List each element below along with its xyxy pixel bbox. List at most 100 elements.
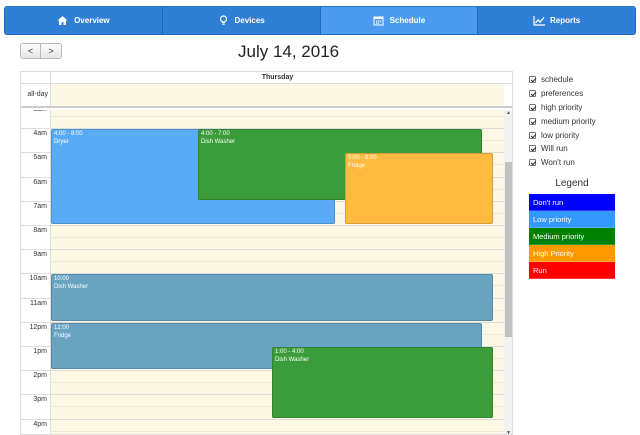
- legend-title: Legend: [555, 178, 589, 189]
- calendar-scrollbar[interactable]: ▲ ▼: [504, 110, 512, 434]
- checkbox[interactable]: [529, 159, 536, 167]
- legend-item: Medium priority: [529, 228, 615, 245]
- half-hour-line: [50, 430, 504, 432]
- time-label: 2pm: [33, 372, 47, 380]
- gutter-line: [21, 394, 50, 396]
- calendar-header: Thursday: [21, 72, 512, 84]
- event-title: Dish Washer: [201, 139, 236, 146]
- main-nav: Overview Devices Schedule Reports: [4, 6, 636, 35]
- legend-item: Don't run: [529, 194, 615, 211]
- checkbox[interactable]: [529, 90, 536, 98]
- calendar-icon: [373, 15, 384, 26]
- half-hour-line: [50, 116, 504, 118]
- filter-schedule[interactable]: schedule: [529, 73, 596, 87]
- legend-item: High Priority: [529, 245, 615, 262]
- event-title: Fridge: [54, 332, 72, 339]
- scroll-down-icon[interactable]: ▼: [506, 430, 511, 434]
- scroll-up-icon[interactable]: ▲: [506, 110, 511, 116]
- calendar-event[interactable]: 10:00 Dish Washer: [51, 274, 493, 321]
- chevron-right-icon: >: [48, 46, 54, 56]
- time-label: 5am: [33, 154, 47, 162]
- filter-label: medium priority: [541, 116, 596, 126]
- time-label: 11am: [30, 299, 47, 307]
- home-icon: [57, 15, 68, 26]
- gutter-line: [21, 370, 50, 372]
- gutter-line: [21, 224, 50, 226]
- filter-will-run[interactable]: Will run: [529, 142, 596, 156]
- calendar-event[interactable]: 1:00 - 4:00 Dish Washer: [272, 346, 493, 418]
- gutter-line: [21, 418, 50, 420]
- event-title: Dish Washer: [275, 356, 310, 363]
- hour-line: [50, 224, 504, 226]
- gutter-line: [21, 200, 50, 202]
- checkbox[interactable]: [529, 76, 536, 84]
- legend: Don't run Low priority Medium priority H…: [529, 194, 615, 279]
- filter-medium-priority[interactable]: medium priority: [529, 114, 596, 128]
- hour-line: [50, 418, 504, 420]
- next-day-button[interactable]: >: [41, 43, 62, 59]
- checkbox[interactable]: [529, 145, 536, 153]
- prev-day-button[interactable]: <: [20, 43, 41, 59]
- calendar-title: July 14, 2016: [238, 42, 340, 61]
- tab-reports-label: Reports: [550, 16, 581, 25]
- event-time: 10:00: [54, 276, 70, 283]
- hour-line: [50, 249, 504, 251]
- event-title: Fridge: [348, 163, 366, 170]
- gutter-line: [21, 128, 50, 130]
- time-label: 1pm: [33, 347, 47, 355]
- filter-label: low priority: [541, 130, 580, 140]
- filter-preferences[interactable]: preferences: [529, 87, 596, 101]
- tab-overview-label: Overview: [74, 16, 110, 25]
- tab-overview[interactable]: Overview: [4, 6, 163, 35]
- gutter-line: [21, 249, 50, 251]
- gutter-line: [21, 345, 50, 347]
- event-title: Dish Washer: [54, 284, 89, 291]
- gutter-line: [21, 176, 50, 178]
- allday-label: all-day: [27, 91, 48, 98]
- tab-schedule[interactable]: Schedule: [320, 6, 479, 35]
- legend-item: Low priority: [529, 211, 615, 228]
- tab-devices-label: Devices: [234, 16, 265, 25]
- event-time: 4:00 - 7:00: [201, 131, 230, 138]
- day-calendar: Thursday all-day 3am 4am 5am 6am 7am 8am 9am 10…: [20, 71, 513, 435]
- half-hour-line: [50, 261, 504, 263]
- filter-list: schedule preferences high priority mediu…: [529, 73, 596, 170]
- half-hour-line: [50, 237, 504, 239]
- filter-high-priority[interactable]: high priority: [529, 101, 596, 115]
- scrollbar-thumb[interactable]: [505, 162, 512, 337]
- filter-label: Will run: [541, 144, 568, 154]
- time-label: 4pm: [33, 420, 47, 428]
- time-label: 6am: [33, 178, 47, 186]
- filter-label: Won't run: [541, 158, 575, 168]
- tab-reports[interactable]: Reports: [478, 6, 636, 35]
- time-grid: 3am 4am 5am 6am 7am 8am 9am 10am 11am 12pm 1pm 2pm 3…: [21, 110, 504, 434]
- time-label: 3pm: [33, 396, 47, 404]
- day-header: Thursday: [50, 72, 504, 84]
- time-label: 8am: [33, 226, 47, 234]
- calendar-event[interactable]: 5:00 - 8:00 Fridge: [345, 153, 493, 224]
- gutter-line: [21, 297, 50, 299]
- tab-devices[interactable]: Devices: [162, 6, 321, 35]
- filter-low-priority[interactable]: low priority: [529, 128, 596, 142]
- event-time: 1:00 - 4:00: [275, 348, 304, 355]
- legend-item: Run: [529, 262, 615, 279]
- checkbox[interactable]: [529, 117, 536, 125]
- event-time: 5:00 - 8:00: [348, 155, 377, 162]
- time-label: 4am: [33, 130, 47, 138]
- filter-wont-run[interactable]: Won't run: [529, 156, 596, 170]
- checkbox[interactable]: [529, 103, 536, 111]
- chevron-left-icon: <: [27, 46, 34, 56]
- filter-label: high priority: [541, 102, 583, 112]
- time-label: 10am: [29, 275, 47, 283]
- chart-line-icon: [533, 15, 545, 26]
- allday-cell[interactable]: [50, 84, 504, 106]
- gutter-line: [21, 321, 50, 323]
- checkbox[interactable]: [529, 131, 536, 139]
- gutter-line: [21, 273, 50, 275]
- lightbulb-icon: [218, 15, 229, 26]
- gutter-line: [21, 152, 50, 154]
- filter-label: schedule: [541, 75, 574, 85]
- filter-label: preferences: [541, 89, 584, 99]
- event-time: 12:00: [54, 324, 70, 331]
- date-navigation: < >: [20, 43, 62, 59]
